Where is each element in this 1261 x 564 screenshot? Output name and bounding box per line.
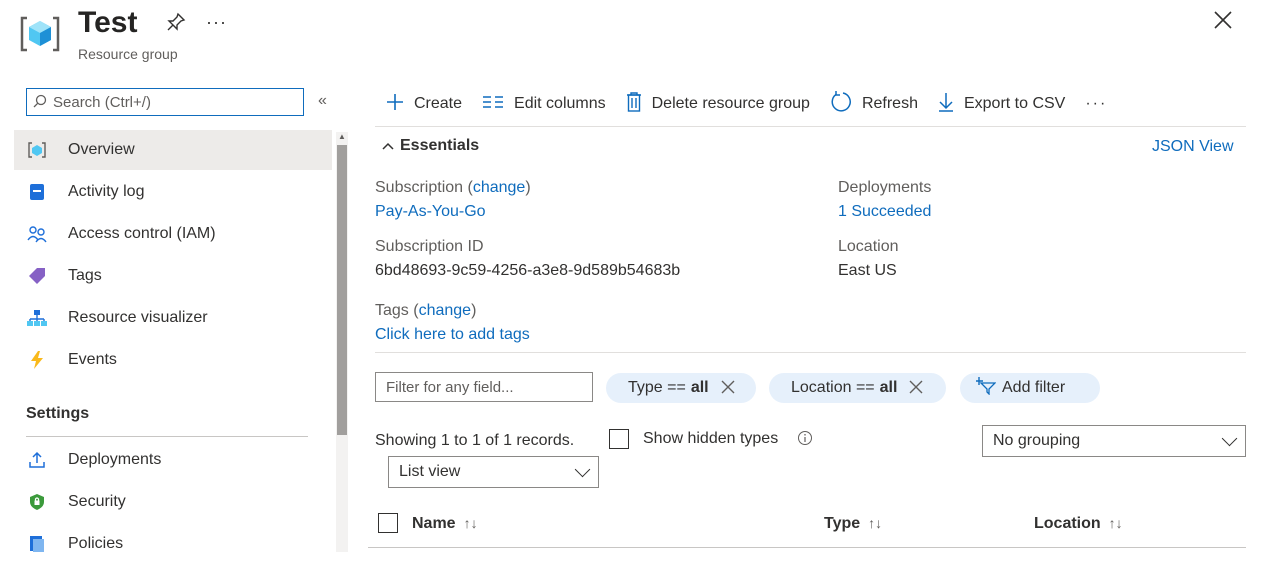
sort-icon: ↑↓ [1108,515,1123,531]
remove-filter-icon[interactable] [721,377,735,400]
sidebar-item-overview[interactable]: Overview [14,130,332,170]
column-header-name[interactable]: Name ↑↓ [412,515,478,533]
tags-change-link[interactable]: change [419,302,472,319]
table-header-divider [368,547,1246,548]
resource-group-icon [26,141,48,159]
sidebar-item-label: Resource visualizer [68,309,208,326]
more-options-icon[interactable]: ··· [206,12,227,33]
sidebar-divider [26,436,308,437]
shield-icon [26,493,48,511]
edit-columns-button[interactable]: Edit columns [482,94,606,114]
column-header-location[interactable]: Location ↑↓ [1034,515,1123,533]
filter-input[interactable] [375,372,593,402]
policy-document-icon [26,535,48,553]
pin-icon[interactable] [166,12,186,38]
export-csv-button[interactable]: Export to CSV [938,92,1065,116]
type-filter-pill[interactable]: Type == all [606,373,756,403]
command-bar: Create Edit columns Delete resource grou… [386,90,1107,118]
subscription-change-link[interactable]: change [473,179,526,196]
sidebar-item-events[interactable]: Events [14,340,332,380]
hierarchy-icon [26,309,48,327]
show-hidden-types-label: Show hidden types [643,430,779,447]
chevron-up-icon [382,137,394,155]
delete-resource-group-button[interactable]: Delete resource group [626,92,810,116]
close-icon[interactable] [1212,6,1234,38]
sidebar-item-label: Events [68,351,117,368]
activity-log-icon [26,183,48,201]
location-value: East US [838,262,897,279]
create-button[interactable]: Create [386,93,462,115]
sidebar-item-security[interactable]: Security [14,482,332,522]
sidebar-item-label: Deployments [68,451,162,468]
add-filter-button[interactable]: Add filter [960,373,1100,403]
subscription-label: Subscription (change) [375,179,531,196]
sidebar-search[interactable] [26,88,304,116]
records-count: Showing 1 to 1 of 1 records. [375,432,575,449]
location-label: Location [838,238,899,255]
sidebar-scroll-thumb[interactable] [337,145,347,435]
sidebar-item-label: Overview [68,141,135,158]
sort-icon: ↑↓ [868,515,883,531]
columns-icon [482,94,504,114]
upload-icon [26,451,48,469]
json-view-link[interactable]: JSON View [1152,138,1234,156]
lightning-icon [26,351,48,369]
essentials-toggle[interactable]: Essentials [382,137,479,155]
sidebar-item-label: Activity log [68,183,145,200]
sort-icon: ↑↓ [463,515,478,531]
column-header-type[interactable]: Type ↑↓ [824,515,882,533]
resource-group-icon [20,16,60,52]
sidebar-item-label: Access control (IAM) [68,225,216,242]
tags-label: Tags (change) [375,302,477,319]
sidebar-item-label: Security [68,493,126,510]
view-dropdown[interactable]: List view [388,456,599,488]
sidebar-item-resource-visualizer[interactable]: Resource visualizer [14,298,332,338]
scroll-up-arrow-icon[interactable]: ▲ [338,132,346,141]
refresh-icon [830,91,852,117]
page-title: Test [78,6,138,39]
collapse-sidebar-icon[interactable]: « [318,92,327,110]
page-subtitle: Resource group [78,46,178,62]
location-filter-pill[interactable]: Location == all [769,373,946,403]
subscription-id-label: Subscription ID [375,238,484,255]
tag-icon [26,267,48,285]
trash-icon [626,92,642,116]
chevron-down-icon [574,461,591,477]
sidebar-item-iam[interactable]: Access control (IAM) [14,214,332,254]
toolbar-divider [375,126,1246,127]
show-hidden-types-checkbox[interactable] [609,429,629,449]
search-input[interactable] [53,93,283,111]
people-icon [26,225,48,243]
plus-icon [386,93,404,115]
sidebar-section-settings: Settings [26,405,90,422]
sidebar-item-label: Tags [68,267,102,284]
essentials-divider [375,352,1246,353]
select-all-checkbox[interactable] [378,513,398,533]
subscription-value-link[interactable]: Pay-As-You-Go [375,203,486,221]
sidebar-item-tags[interactable]: Tags [14,256,332,296]
deployments-value-link[interactable]: 1 Succeeded [838,203,931,221]
sidebar-item-deployments[interactable]: Deployments [14,440,332,480]
remove-filter-icon[interactable] [909,377,923,400]
sidebar-item-label: Policies [68,535,124,552]
add-filter-icon [975,376,997,400]
deployments-label: Deployments [838,179,932,196]
sidebar-item-activity-log[interactable]: Activity log [14,172,332,212]
chevron-down-icon [1221,430,1238,446]
toolbar-more-icon[interactable]: ··· [1085,95,1107,113]
add-tags-link[interactable]: Click here to add tags [375,326,530,344]
info-icon[interactable] [797,430,813,450]
download-icon [938,92,954,116]
refresh-button[interactable]: Refresh [830,91,918,117]
grouping-dropdown[interactable]: No grouping [982,425,1246,457]
search-icon [33,94,47,111]
subscription-id-value: 6bd48693-9c59-4256-a3e8-9d589b54683b [375,262,681,279]
sidebar-item-policies[interactable]: Policies [14,524,332,564]
